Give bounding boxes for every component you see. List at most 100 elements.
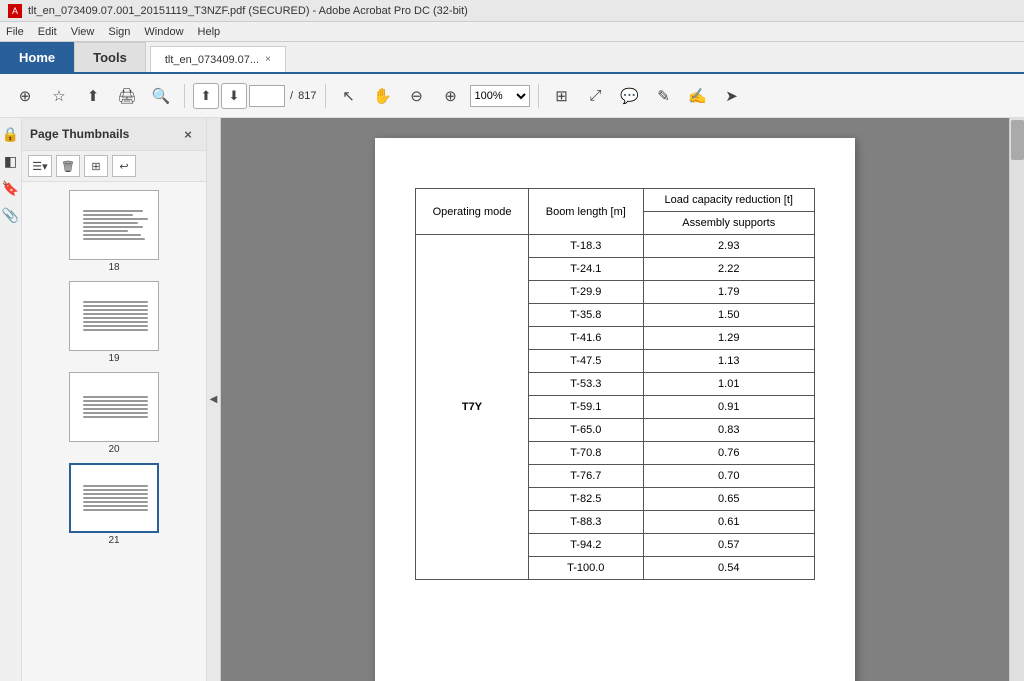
data-table: Operating mode Boom length [m] Load capa… [415,188,815,580]
menu-sign[interactable]: Sign [108,26,130,38]
menu-edit[interactable]: Edit [38,26,57,38]
table-body: T7YT-18.32.93T-24.12.22T-29.91.79T-35.81… [416,235,815,580]
load-capacity-cell: 1.50 [643,304,814,327]
pen-button[interactable]: ✎ [649,81,679,111]
thumb-img-19[interactable] [69,281,159,351]
toolbar-separator-2 [325,84,326,108]
boom-length-cell: T-35.8 [529,304,643,327]
page-count: 817 [298,90,316,102]
boom-length-cell: T-24.1 [529,258,643,281]
lock-icon: 🔒 [2,126,19,143]
sidebar-header-icons: × [178,124,198,144]
toolbar-separator-3 [538,84,539,108]
load-capacity-cell: 0.61 [643,511,814,534]
load-capacity-cell: 1.79 [643,281,814,304]
tab-tools[interactable]: Tools [74,42,146,72]
toolbar-navigation: ⬆ ⬇ 21 / 817 [193,83,317,109]
rotate-button[interactable]: ⤢ [581,81,611,111]
boom-length-cell: T-82.5 [529,488,643,511]
thumb-img-20[interactable] [69,372,159,442]
thumbnail-19[interactable]: 19 [69,281,159,364]
share-button[interactable]: ➤ [717,81,747,111]
zoom-out-button[interactable]: ⊖ [402,81,432,111]
pdf-area: Operating mode Boom length [m] Load capa… [221,118,1009,681]
load-capacity-cell: 1.29 [643,327,814,350]
operating-mode-cell: T7Y [416,235,529,580]
main-area: 🔒 ◧ 🔖 📎 Page Thumbnails × ☰▾ 🗑 ⊞ ↩ [0,118,1024,681]
load-capacity-cell: 0.54 [643,557,814,580]
page-number-input[interactable]: 21 [249,85,285,107]
thumb-lines-20 [79,392,149,422]
window-title: tlt_en_073409.07.001_20151119_T3NZF.pdf … [28,5,468,17]
boom-length-cell: T-65.0 [529,419,643,442]
sidebar-title: Page Thumbnails [30,127,129,141]
select-tool-button[interactable]: ↖ [334,81,364,111]
sidebar-undo-button[interactable]: ↩ [112,155,136,177]
toolbar-search-button[interactable]: 🔍 [146,81,176,111]
hand-tool-button[interactable]: ✋ [368,81,398,111]
load-capacity-cell: 0.70 [643,465,814,488]
menu-file[interactable]: File [6,26,24,38]
sidebar-close-button[interactable]: × [178,124,198,144]
tab-home[interactable]: Home [0,42,74,72]
thumb-label-18: 18 [108,262,119,273]
toolbar: ⊕ ☆ ⬆ 🖨 🔍 ⬆ ⬇ 21 / 817 ↖ ✋ ⊖ ⊕ 100% 75% … [0,74,1024,118]
thumb-label-20: 20 [108,444,119,455]
zoom-select[interactable]: 100% 75% 125% 150% [470,85,530,107]
prev-page-button[interactable]: ⬆ [193,83,219,109]
fit-page-button[interactable]: ⊞ [547,81,577,111]
load-capacity-cell: 1.13 [643,350,814,373]
toolbar-back-button[interactable]: ⊕ [10,81,40,111]
col-load-capacity-header: Load capacity reduction [t] [643,189,814,212]
thumb-img-18[interactable] [69,190,159,260]
load-capacity-cell: 0.76 [643,442,814,465]
thumb-lines-21 [79,481,149,515]
app-icon: A [8,4,22,18]
right-scrollbar[interactable] [1009,118,1024,681]
load-capacity-cell: 2.93 [643,235,814,258]
thumb-img-21[interactable] [69,463,159,533]
thumb-lines-19 [79,297,149,335]
toolbar-print-button[interactable]: 🖨 [112,81,142,111]
menu-help[interactable]: Help [198,26,221,38]
boom-length-cell: T-88.3 [529,511,643,534]
boom-length-cell: T-41.6 [529,327,643,350]
thumbnail-20[interactable]: 20 [69,372,159,455]
collapse-sidebar-button[interactable]: ◀ [207,118,221,681]
comment-button[interactable]: 💬 [615,81,645,111]
toolbar-upload-button[interactable]: ⬆ [78,81,108,111]
load-capacity-cell: 0.65 [643,488,814,511]
toolbar-bookmark-button[interactable]: ☆ [44,81,74,111]
scroll-thumb[interactable] [1011,120,1024,160]
doc-tab-label: tlt_en_073409.07... [165,54,259,66]
boom-length-cell: T-100.0 [529,557,643,580]
tab-close-button[interactable]: × [265,54,271,65]
thumbnails-area: 18 19 [22,182,206,681]
sign-button[interactable]: ✍ [683,81,713,111]
thumbnail-21[interactable]: 21 [69,463,159,546]
attachment-icon[interactable]: 📎 [2,207,19,224]
table-row: T7YT-18.32.93 [416,235,815,258]
layers-icon[interactable]: ◧ [4,153,17,170]
sidebar-options-button[interactable]: ☰▾ [28,155,52,177]
load-capacity-cell: 0.57 [643,534,814,557]
load-capacity-cell: 1.01 [643,373,814,396]
sidebar-delete-button[interactable]: 🗑 [56,155,80,177]
zoom-in-button[interactable]: ⊕ [436,81,466,111]
menu-view[interactable]: View [71,26,95,38]
page-total: / [287,90,296,102]
sidebar: Page Thumbnails × ☰▾ 🗑 ⊞ ↩ [22,118,207,681]
boom-length-cell: T-29.9 [529,281,643,304]
next-page-button[interactable]: ⬇ [221,83,247,109]
load-capacity-cell: 0.91 [643,396,814,419]
tab-document[interactable]: tlt_en_073409.07... × [150,46,286,72]
boom-length-cell: T-18.3 [529,235,643,258]
thumbnail-18[interactable]: 18 [69,190,159,273]
col-assembly-supports-header: Assembly supports [643,212,814,235]
menu-window[interactable]: Window [144,26,183,38]
sidebar-layout-button[interactable]: ⊞ [84,155,108,177]
menu-bar: File Edit View Sign Window Help [0,22,1024,42]
bookmark-icon[interactable]: 🔖 [2,180,19,197]
tab-bar: Home Tools tlt_en_073409.07... × [0,42,1024,74]
boom-length-cell: T-47.5 [529,350,643,373]
